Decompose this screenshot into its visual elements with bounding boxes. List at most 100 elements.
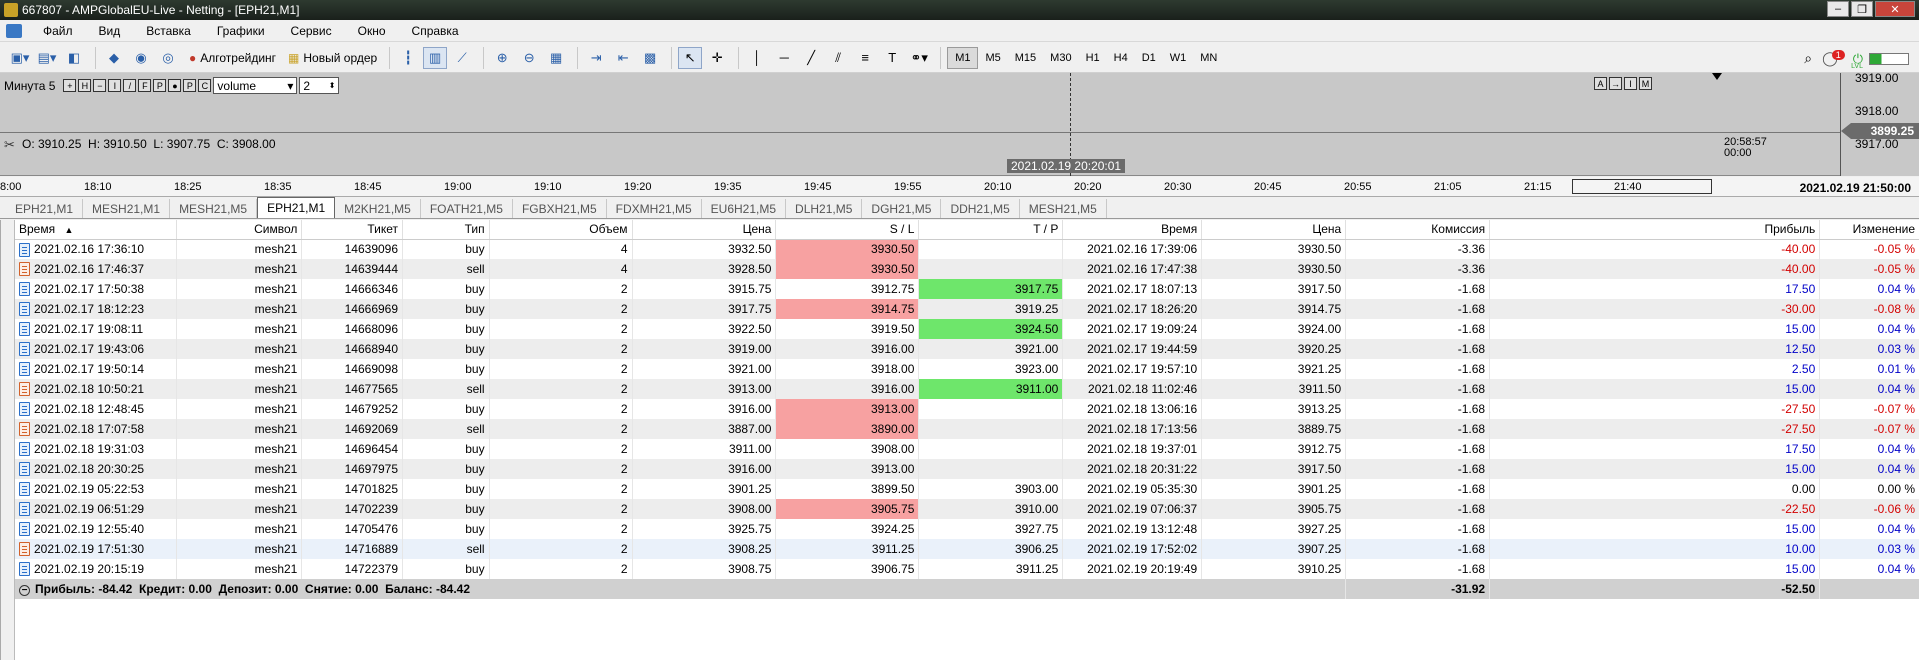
chart-tab[interactable]: EPH21,M1	[6, 199, 84, 218]
chart-tool-button[interactable]: I	[1624, 77, 1637, 90]
menu-insert[interactable]: Вставка	[133, 24, 204, 38]
auto-scroll-icon[interactable]: ⇥	[584, 47, 608, 69]
zoom-in-icon[interactable]: ⊕	[490, 47, 514, 69]
menu-charts[interactable]: Графики	[204, 24, 278, 38]
table-row[interactable]: 2021.02.18 17:07:58 mesh21 14692069 sell 2 38…	[15, 419, 1919, 439]
fibonacci-icon[interactable]: ≡	[853, 47, 877, 69]
table-row[interactable]: 2021.02.19 17:51:30 mesh21 14716889 sell 2 39…	[15, 539, 1919, 559]
column-header-sl[interactable]: S / L	[775, 220, 920, 240]
algo-trading-button[interactable]: ● Алготрейдинг	[183, 46, 282, 70]
new-chart-icon[interactable]: ▣▾	[8, 47, 32, 69]
indicator-select[interactable]: volume ▾	[213, 77, 298, 94]
chart-mini-button[interactable]: −	[93, 79, 107, 92]
table-row[interactable]: 2021.02.17 19:50:14 mesh21 14669098 buy 2 392…	[15, 359, 1919, 379]
close-icon[interactable]: ✕	[1875, 1, 1915, 17]
timeframe-h1[interactable]: H1	[1079, 47, 1107, 69]
trendline-icon[interactable]: ╱	[799, 47, 823, 69]
chart-mini-button[interactable]: F	[138, 79, 152, 92]
table-row[interactable]: 2021.02.17 18:12:23 mesh21 14666969 buy 2 391…	[15, 299, 1919, 319]
table-row[interactable]: 2021.02.19 06:51:29 mesh21 14702239 buy 2 390…	[15, 499, 1919, 519]
channel-icon[interactable]: ⫽	[826, 47, 850, 69]
table-row[interactable]: 2021.02.19 20:15:19 mesh21 14722379 buy 2 390…	[15, 559, 1919, 579]
shapes-icon[interactable]: ⚭▾	[907, 47, 931, 69]
market-watch-icon[interactable]: ◧	[62, 47, 86, 69]
menu-window[interactable]: Окно	[345, 24, 399, 38]
search-icon[interactable]: ⌕	[1804, 50, 1812, 67]
toolbox-side-strip[interactable]	[1, 220, 15, 660]
table-row[interactable]: 2021.02.19 12:55:40 mesh21 14705476 buy 2 392…	[15, 519, 1919, 539]
table-row[interactable]: 2021.02.16 17:46:37 mesh21 14639444 sell 4 39…	[15, 259, 1919, 279]
column-header-volume[interactable]: Объем	[489, 220, 633, 240]
chart-tab[interactable]: FDXMH21,M5	[607, 199, 702, 218]
table-row[interactable]: 2021.02.17 19:08:11 mesh21 14668096 buy 2 392…	[15, 319, 1919, 339]
timeframe-m1[interactable]: M1	[947, 46, 979, 69]
chart-tab[interactable]: MESH21,M5	[1020, 199, 1107, 218]
table-row[interactable]: 2021.02.18 20:30:25 mesh21 14697975 buy 2 391…	[15, 459, 1919, 479]
new-order-button[interactable]: ▦ Новый ордер	[282, 46, 383, 70]
menu-view[interactable]: Вид	[86, 24, 134, 38]
chart-tab[interactable]: DLH21,M5	[786, 199, 863, 218]
signals-icon[interactable]: ◎	[156, 47, 180, 69]
chart-mini-button[interactable]: H	[78, 79, 92, 92]
bar-chart-icon[interactable]: ┇	[396, 47, 420, 69]
chart-mini-button[interactable]: ●	[168, 79, 182, 92]
chart-tab[interactable]: EU6H21,M5	[702, 199, 787, 218]
chart-mini-button[interactable]: I	[108, 79, 122, 92]
column-header-time[interactable]: Время ▲	[15, 220, 177, 240]
column-header-commission[interactable]: Комиссия	[1345, 220, 1491, 240]
column-header-symbol[interactable]: Символ	[176, 220, 303, 240]
timeframe-m30[interactable]: M30	[1043, 47, 1078, 69]
chart-tool-button[interactable]: M	[1639, 77, 1652, 90]
table-row[interactable]: 2021.02.16 17:36:10 mesh21 14639096 buy 4 393…	[15, 239, 1919, 259]
chart-tool-button[interactable]: →	[1609, 77, 1622, 90]
table-row[interactable]: 2021.02.18 10:50:21 mesh21 14677565 sell 2 39…	[15, 379, 1919, 399]
profiles-icon[interactable]: ▤▾	[35, 47, 59, 69]
document-icon[interactable]	[6, 23, 22, 38]
chart-mini-button[interactable]: +	[63, 79, 77, 92]
tile-windows-icon[interactable]: ▦	[544, 47, 568, 69]
column-header-price[interactable]: Цена	[632, 220, 777, 240]
menu-tools[interactable]: Сервис	[278, 24, 345, 38]
time-axis[interactable]: 8:00 18:10 18:25 18:35 18:45 19:00 19:10…	[0, 177, 1919, 197]
chart-tab[interactable]: DGH21,M5	[862, 199, 942, 218]
minimize-icon[interactable]: –	[1827, 1, 1849, 17]
indicator-value-stepper[interactable]: 2 ⬍	[299, 77, 340, 94]
table-row[interactable]: 2021.02.17 19:43:06 mesh21 14668940 buy 2 391…	[15, 339, 1919, 359]
column-header-type[interactable]: Тип	[402, 220, 490, 240]
chart-tab[interactable]: DDH21,M5	[941, 199, 1020, 218]
timeframe-m15[interactable]: M15	[1008, 47, 1043, 69]
table-row[interactable]: 2021.02.17 17:50:38 mesh21 14666346 buy 2 391…	[15, 279, 1919, 299]
column-header-tp[interactable]: T / P	[918, 220, 1064, 240]
cursor-icon[interactable]: ↖	[678, 46, 703, 69]
candlestick-icon[interactable]: ▥	[423, 46, 448, 69]
time-scroll-box[interactable]	[1572, 179, 1712, 194]
menu-file[interactable]: Файл	[30, 24, 86, 38]
table-row[interactable]: 2021.02.18 12:48:45 mesh21 14679252 buy 2 391…	[15, 399, 1919, 419]
timeframe-h4[interactable]: H4	[1107, 47, 1135, 69]
chart-tab[interactable]: FOATH21,M5	[421, 199, 513, 218]
chart-mini-button[interactable]: P	[153, 79, 167, 92]
chart-tab[interactable]: MESH21,M5	[170, 199, 258, 218]
indicators-icon[interactable]: ▩	[638, 47, 662, 69]
horizontal-line-icon[interactable]: ─	[772, 47, 796, 69]
chart-tab[interactable]: MESH21,M1	[83, 199, 171, 218]
chart-tab-active[interactable]: EPH21,M1	[257, 197, 336, 218]
table-row[interactable]: 2021.02.19 05:22:53 mesh21 14701825 buy 2 390…	[15, 479, 1919, 499]
chart-mini-button[interactable]: /	[123, 79, 137, 92]
vertical-line-icon[interactable]: │	[745, 47, 769, 69]
timeframe-w1[interactable]: W1	[1163, 47, 1194, 69]
table-row[interactable]: 2021.02.18 19:31:03 mesh21 14696454 buy 2 391…	[15, 439, 1919, 459]
chart-shift-icon[interactable]: ⇤	[611, 47, 635, 69]
chart-mini-button[interactable]: P	[183, 79, 197, 92]
menu-help[interactable]: Справка	[399, 24, 472, 38]
line-chart-icon[interactable]: ⟋	[450, 47, 474, 69]
text-icon[interactable]: T	[880, 47, 904, 69]
timeframe-mn[interactable]: MN	[1193, 47, 1224, 69]
zoom-out-icon[interactable]: ⊖	[517, 47, 541, 69]
crosshair-icon[interactable]: ✛	[705, 47, 729, 69]
chart-tab[interactable]: FGBXH21,M5	[513, 199, 607, 218]
chart-tool-button[interactable]: A	[1594, 77, 1607, 90]
column-header-profit[interactable]: Прибыль	[1489, 220, 1821, 240]
column-header-close-price[interactable]: Цена	[1201, 220, 1347, 240]
column-header-close-time[interactable]: Время	[1062, 220, 1203, 240]
